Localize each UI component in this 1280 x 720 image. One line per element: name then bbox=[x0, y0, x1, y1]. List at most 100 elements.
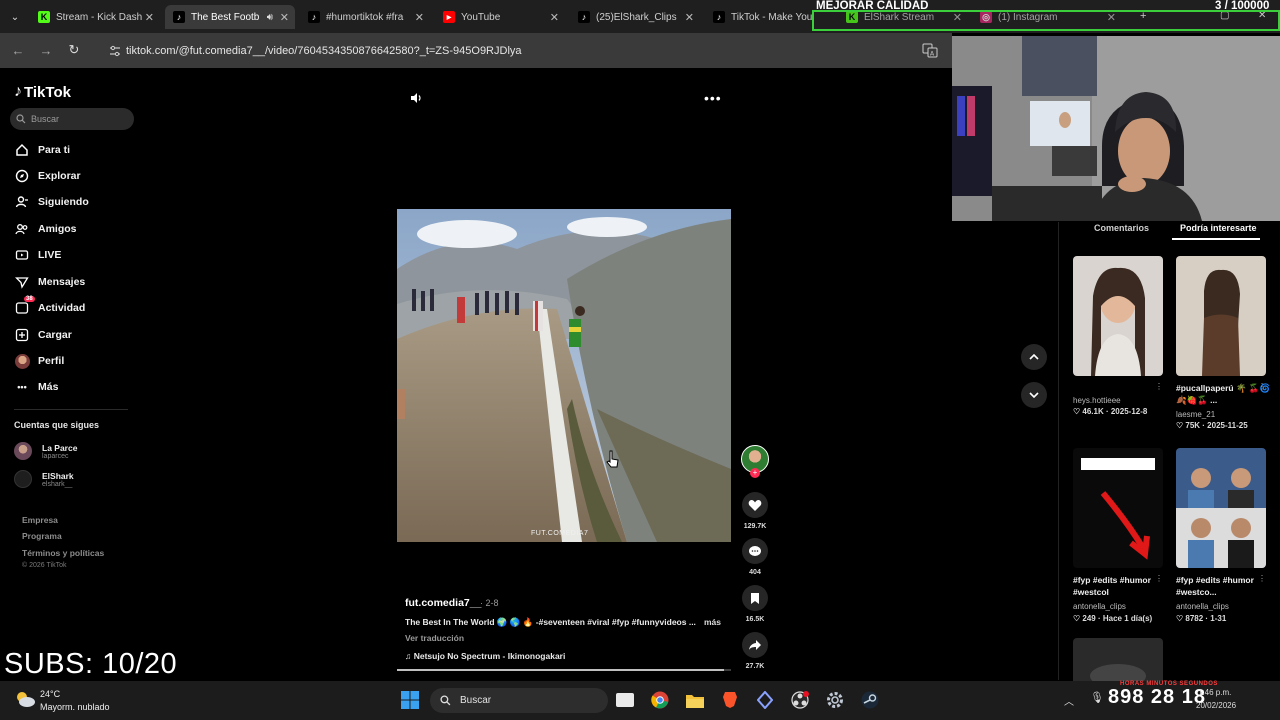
weather-description[interactable]: Mayorm. nublado bbox=[40, 702, 110, 712]
more-options-icon[interactable]: ••• bbox=[704, 90, 721, 106]
video-player[interactable]: FUT.COMEDIA7 bbox=[397, 209, 731, 542]
footer-link-terms[interactable]: Términos y políticas bbox=[22, 548, 104, 558]
nav-live[interactable]: LIVE bbox=[14, 245, 61, 265]
nav-label: Perfil bbox=[38, 355, 65, 367]
clock-date[interactable]: 20/02/2026 bbox=[1196, 701, 1236, 710]
task-view-icon[interactable] bbox=[616, 693, 634, 707]
nav-following[interactable]: Siguiendo bbox=[14, 192, 89, 212]
windows-start-icon[interactable] bbox=[401, 691, 419, 709]
tab-youtube[interactable]: ▶ YouTube ✕ bbox=[435, 5, 565, 29]
weather-temperature[interactable]: 24°C bbox=[40, 689, 60, 699]
close-icon[interactable]: ✕ bbox=[685, 11, 694, 24]
account-name: La Parce bbox=[42, 442, 78, 453]
video-author[interactable]: fut.comedia7__ bbox=[405, 597, 481, 609]
description-more-link[interactable]: más bbox=[704, 617, 721, 627]
tab-tiktok-home[interactable]: ♪ TikTok - Make You bbox=[705, 5, 815, 29]
tab-humortiktok[interactable]: ♪ #humortiktok #fra ✕ bbox=[300, 5, 430, 29]
close-icon[interactable]: ✕ bbox=[550, 11, 559, 24]
site-info-icon[interactable] bbox=[108, 44, 122, 58]
back-icon[interactable]: ← bbox=[10, 42, 26, 58]
reload-icon[interactable]: ↻ bbox=[66, 42, 82, 58]
video-stats: ♡ 249 · Hace 1 día(s) bbox=[1073, 614, 1153, 623]
video-username[interactable]: antonella_clips bbox=[1176, 602, 1229, 611]
chrome-icon[interactable] bbox=[650, 690, 670, 710]
tray-overflow-chevron-icon[interactable]: ︿ bbox=[1064, 693, 1074, 708]
video-stats: ♡ 46.1K · 2025-12-8 bbox=[1073, 407, 1148, 416]
file-explorer-icon[interactable] bbox=[685, 690, 705, 710]
logo-text: TikTok bbox=[24, 83, 71, 101]
forward-icon[interactable]: → bbox=[38, 42, 54, 58]
kebab-menu-icon[interactable]: ⋮ bbox=[1258, 574, 1266, 583]
tab-kick-dashboard[interactable]: K Stream - Kick Dash ✕ bbox=[30, 5, 160, 29]
search-icon bbox=[16, 114, 26, 124]
suggested-video-thumbnail[interactable] bbox=[1176, 448, 1266, 568]
video-username[interactable]: laesme_21 bbox=[1176, 410, 1215, 419]
kebab-menu-icon[interactable]: ⋮ bbox=[1155, 382, 1163, 391]
video-stats: ♡ 75K · 2025-11-25 bbox=[1176, 421, 1248, 430]
tab-tiktok-video[interactable]: ♪ The Best Footb 🔊︎ ✕ bbox=[165, 5, 295, 29]
hand-cursor-icon bbox=[606, 450, 619, 468]
footer-link-program[interactable]: Programa bbox=[22, 531, 62, 541]
microphone-icon[interactable]: 🎙︎ bbox=[1090, 691, 1104, 704]
speaker-icon[interactable]: 🔊︎ bbox=[267, 12, 273, 23]
chevron-up-icon bbox=[1029, 354, 1039, 360]
tab-search-chevron-icon[interactable]: ⌄ bbox=[6, 8, 24, 26]
suggested-video-thumbnail[interactable] bbox=[1073, 638, 1163, 681]
tiktok-icon: ♪ bbox=[578, 11, 590, 23]
suggested-video-thumbnail[interactable] bbox=[1073, 256, 1163, 376]
steam-icon[interactable] bbox=[860, 690, 880, 710]
url-bar[interactable]: tiktok.com/@fut.comedia7__/video/7604534… bbox=[104, 40, 934, 62]
next-video-button[interactable] bbox=[1021, 382, 1047, 408]
search-placeholder: Buscar bbox=[31, 114, 60, 124]
kebab-menu-icon[interactable]: ⋮ bbox=[1155, 574, 1163, 583]
nav-upload[interactable]: Cargar bbox=[14, 325, 72, 345]
following-account[interactable]: La Parce laparcec bbox=[14, 442, 77, 460]
nav-messages[interactable]: Mensajes bbox=[14, 272, 85, 292]
close-icon[interactable]: ✕ bbox=[145, 11, 154, 24]
video-music[interactable]: ♫ Netsujo No Spectrum - Ikimonogakari bbox=[405, 651, 565, 661]
comment-button[interactable]: 404 bbox=[740, 538, 770, 576]
nav-activity[interactable]: 38 Actividad bbox=[14, 296, 85, 318]
previous-video-button[interactable] bbox=[1021, 344, 1047, 370]
tab-elshark-clips[interactable]: ♪ (25)ElShark_Clips ✕ bbox=[570, 5, 700, 29]
follow-plus-icon[interactable]: + bbox=[750, 468, 760, 478]
app-diamond-icon[interactable] bbox=[755, 690, 775, 710]
home-icon bbox=[14, 142, 30, 158]
translate-link[interactable]: Ver traducción bbox=[405, 633, 464, 643]
tiktok-icon: ♪ bbox=[713, 11, 725, 23]
close-icon[interactable]: ✕ bbox=[280, 11, 289, 24]
volume-icon[interactable] bbox=[408, 90, 424, 106]
suggested-video-thumbnail[interactable] bbox=[1176, 256, 1266, 376]
following-account[interactable]: ElShark elshark__ bbox=[14, 470, 74, 488]
translate-icon[interactable]: A bbox=[922, 42, 938, 58]
share-button[interactable]: 27.7K bbox=[740, 632, 770, 670]
windows-taskbar: 24°C Mayorm. nublado Buscar ︿ 🎙︎ HORAS M… bbox=[0, 681, 1280, 720]
clock-time[interactable]: 1:46 p.m. bbox=[1198, 688, 1231, 697]
tab-suggested[interactable]: Podría interesarte bbox=[1180, 223, 1257, 233]
nav-friends[interactable]: Amigos bbox=[14, 219, 77, 239]
search-input[interactable]: Buscar bbox=[10, 108, 134, 130]
like-button[interactable]: 129.7K bbox=[740, 492, 770, 530]
kebab-menu-icon[interactable]: ⋮ bbox=[1258, 382, 1266, 391]
obs-studio-icon[interactable] bbox=[790, 690, 810, 710]
nav-more[interactable]: ••• Más bbox=[14, 377, 58, 397]
footer-link-company[interactable]: Empresa bbox=[22, 515, 58, 525]
nav-label: Para ti bbox=[38, 144, 71, 156]
tiktok-logo[interactable]: ♪ TikTok bbox=[14, 82, 71, 102]
video-progress-bar[interactable] bbox=[397, 669, 731, 671]
weather-cloud-icon[interactable] bbox=[14, 690, 36, 708]
tab-comments[interactable]: Comentarios bbox=[1094, 223, 1149, 233]
suggested-video-thumbnail[interactable] bbox=[1073, 448, 1163, 568]
video-username[interactable]: antonella_clips bbox=[1073, 602, 1126, 611]
nav-profile[interactable]: Perfil bbox=[14, 351, 64, 371]
messages-icon bbox=[14, 274, 30, 290]
nav-label: LIVE bbox=[38, 249, 62, 261]
nav-for-you[interactable]: Para ti bbox=[14, 140, 70, 160]
close-icon[interactable]: ✕ bbox=[415, 11, 424, 24]
video-username[interactable]: heys.hottieee bbox=[1073, 396, 1121, 405]
nav-explore[interactable]: Explorar bbox=[14, 166, 81, 186]
taskbar-search[interactable]: Buscar bbox=[430, 688, 608, 713]
save-button[interactable]: 16.5K bbox=[740, 585, 770, 623]
brave-browser-icon[interactable] bbox=[720, 690, 740, 710]
settings-gear-icon[interactable] bbox=[825, 690, 845, 710]
